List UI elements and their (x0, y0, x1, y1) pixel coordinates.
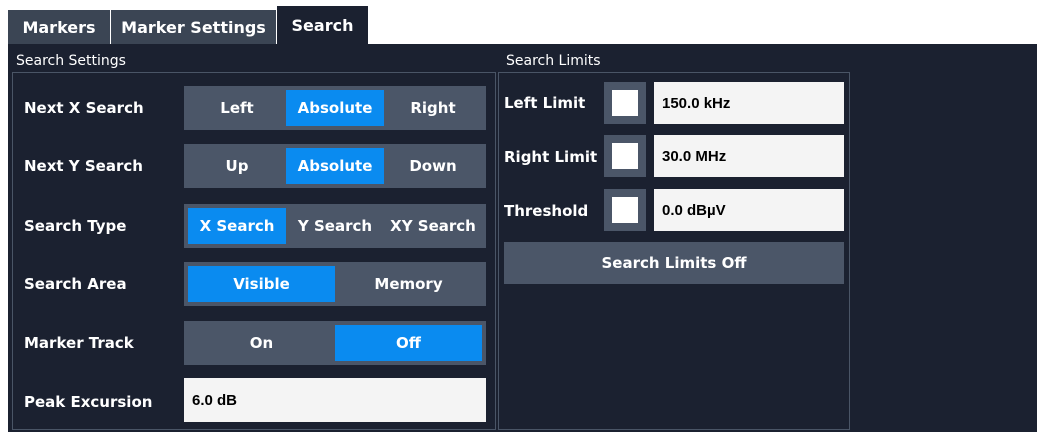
search-limits-title: Search Limits (506, 53, 601, 69)
tab-marker-settings[interactable]: Marker Settings (111, 10, 276, 44)
threshold-checkbox[interactable] (604, 189, 646, 231)
next-y-search-label: Next Y Search (24, 157, 143, 175)
next-x-right-option[interactable]: Right (384, 90, 482, 126)
tab-markers[interactable]: Markers (8, 10, 110, 44)
next-x-search-label: Next X Search (24, 99, 144, 117)
marker-track-on-option[interactable]: On (188, 325, 335, 361)
left-limit-checkbox-box (612, 90, 638, 116)
next-x-search-selector: Left Absolute Right (184, 86, 486, 130)
threshold-checkbox-box (612, 197, 638, 223)
search-type-selector: X Search Y Search XY Search (184, 204, 486, 248)
search-settings-title: Search Settings (16, 53, 126, 69)
next-x-left-option[interactable]: Left (188, 90, 286, 126)
memory-option[interactable]: Memory (335, 266, 482, 302)
tab-search[interactable]: Search (277, 6, 368, 44)
y-search-option[interactable]: Y Search (286, 208, 384, 244)
next-y-search-selector: Up Absolute Down (184, 144, 486, 188)
peak-excursion-label: Peak Excursion (24, 393, 153, 411)
search-panel: Search Settings Next X Search Left Absol… (8, 44, 1037, 432)
marker-track-off-option[interactable]: Off (335, 325, 482, 361)
peak-excursion-field[interactable]: 6.0 dB (184, 378, 486, 422)
marker-track-selector: On Off (184, 321, 486, 365)
right-limit-field[interactable]: 30.0 MHz (654, 135, 844, 177)
search-area-selector: Visible Memory (184, 262, 486, 306)
next-x-absolute-option[interactable]: Absolute (286, 90, 384, 126)
next-y-absolute-option[interactable]: Absolute (286, 148, 384, 184)
x-search-option[interactable]: X Search (188, 208, 286, 244)
left-limit-field[interactable]: 150.0 kHz (654, 82, 844, 124)
xy-search-option[interactable]: XY Search (384, 208, 482, 244)
search-limits-off-button[interactable]: Search Limits Off (504, 242, 844, 284)
search-area-label: Search Area (24, 275, 127, 293)
next-y-up-option[interactable]: Up (188, 148, 286, 184)
left-limit-checkbox[interactable] (604, 82, 646, 124)
search-type-label: Search Type (24, 217, 127, 235)
left-limit-label: Left Limit (504, 94, 586, 112)
right-limit-checkbox-box (612, 143, 638, 169)
right-limit-checkbox[interactable] (604, 135, 646, 177)
right-limit-label: Right Limit (504, 148, 598, 166)
threshold-label: Threshold (504, 202, 589, 220)
visible-option[interactable]: Visible (188, 266, 335, 302)
next-y-down-option[interactable]: Down (384, 148, 482, 184)
tab-bar: Markers Marker Settings Search (0, 0, 1037, 44)
threshold-field[interactable]: 0.0 dBµV (654, 189, 844, 231)
marker-track-label: Marker Track (24, 334, 134, 352)
